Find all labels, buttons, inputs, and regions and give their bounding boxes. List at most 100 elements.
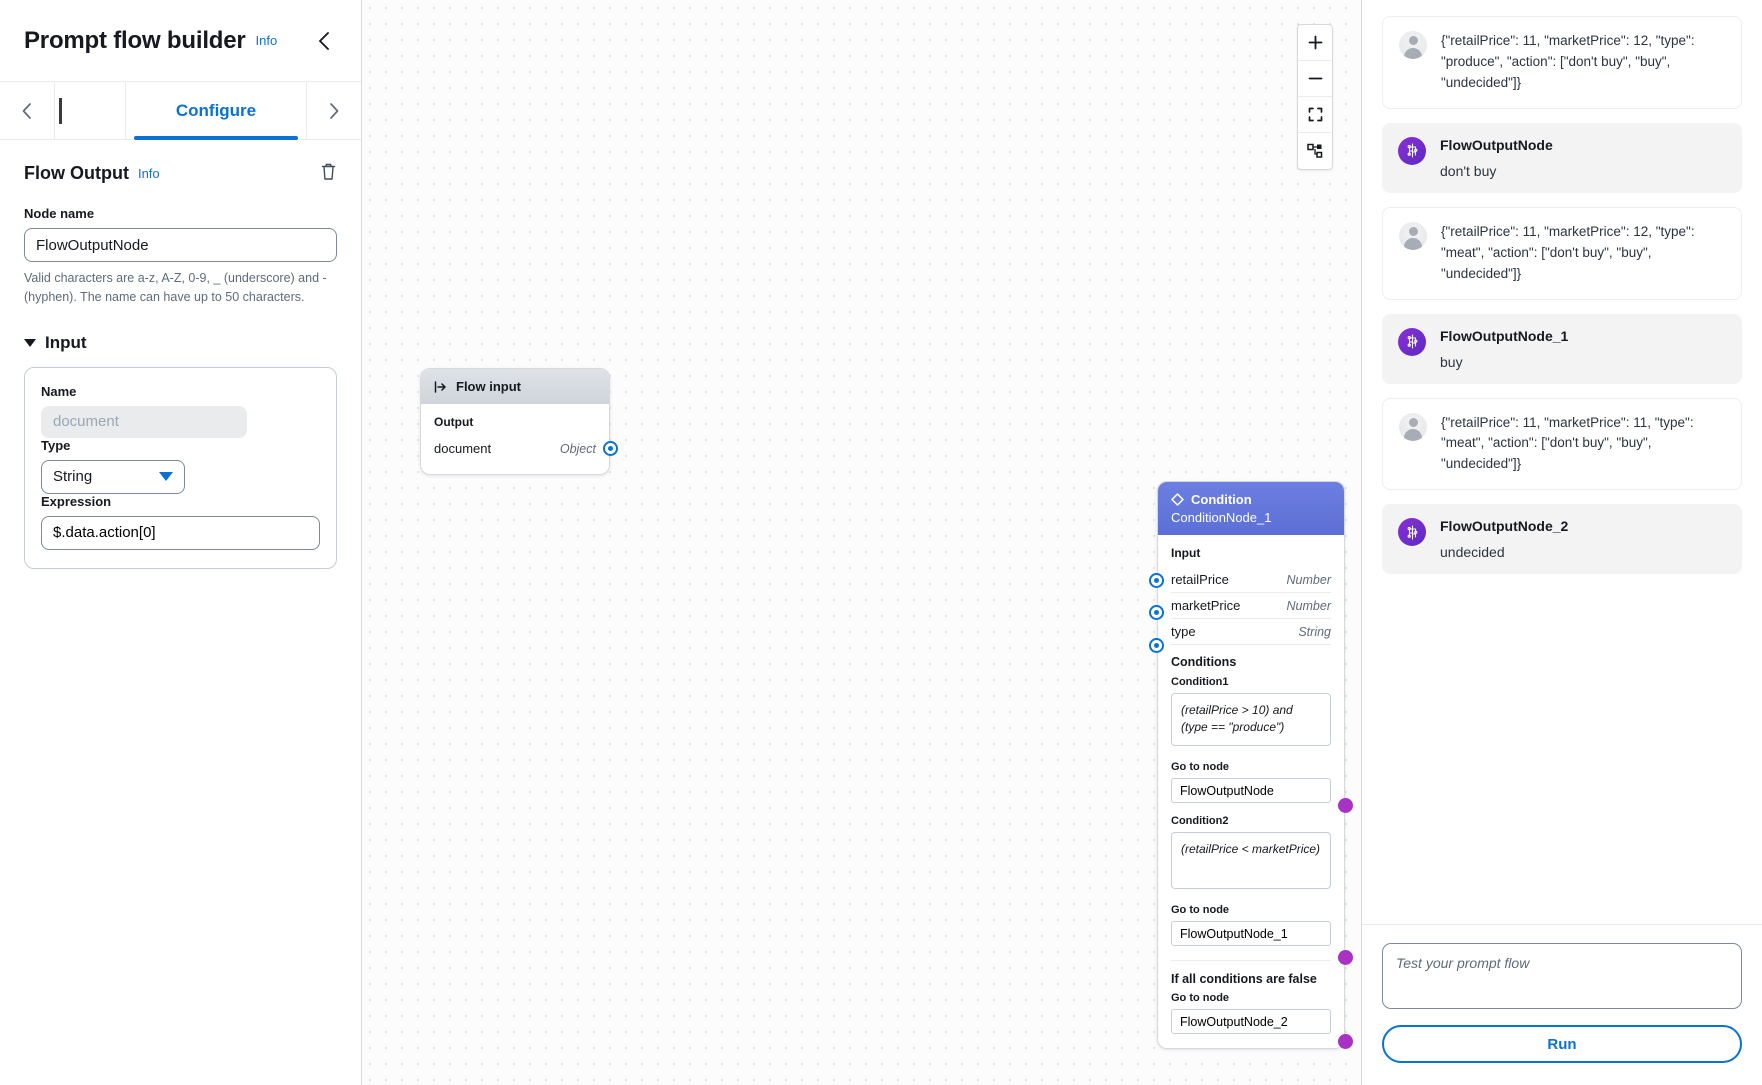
sidebar-tabbar: Configure — [0, 82, 361, 140]
flow-edges — [362, 0, 662, 150]
condition-input-1-name: marketPrice — [1171, 598, 1241, 613]
condition-node-inputs: Input retailPrice Number marketPrice Num… — [1158, 535, 1344, 647]
brain-circuit-icon — [1407, 334, 1417, 349]
input-group-toggle[interactable]: Input — [24, 333, 337, 353]
input-config-card: Name document Type String Expression — [24, 366, 337, 569]
message-bot-0-name: FlowOutputNode — [1440, 136, 1553, 153]
input-group-title: Input — [45, 332, 87, 352]
message-user-2: {"retailPrice": 11, "marketPrice": 11, "… — [1382, 397, 1742, 491]
tab-previous-partial[interactable] — [54, 82, 126, 139]
condition-node-title: Condition — [1191, 492, 1252, 507]
sidebar-body: Flow Output Info Node name Valid charact… — [0, 140, 361, 569]
condition-input-port-type[interactable] — [1149, 638, 1164, 653]
caret-down-icon — [24, 338, 36, 347]
input-name-label: Name — [41, 383, 77, 399]
configure-sidebar: Prompt flow builder Info Configure Flow … — [0, 0, 362, 1085]
flow-input-output-label: Output — [434, 415, 474, 429]
condition-node-conditions: Conditions Condition1 (retailPrice > 10)… — [1158, 655, 1344, 1048]
condition-node-name: ConditionNode_1 — [1171, 510, 1272, 525]
chevron-down-icon — [159, 472, 173, 481]
message-user-1-text: {"retailPrice": 11, "marketPrice": 12, "… — [1441, 223, 1695, 281]
condition-node-header: Condition ConditionNode_1 — [1158, 482, 1344, 535]
condition-input-2-type: String — [1298, 624, 1331, 639]
condition-0-output-port[interactable] — [1338, 798, 1353, 813]
flow-input-node[interactable]: Flow input Output document Object — [420, 368, 618, 475]
diamond-icon — [1171, 493, 1184, 506]
condition-input-0-name: retailPrice — [1171, 572, 1229, 587]
minus-icon — [1308, 77, 1322, 80]
condition-input-port-marketprice[interactable] — [1149, 605, 1164, 620]
flow-input-row: document Object — [434, 436, 596, 461]
flow-input-node-header: Flow input — [421, 369, 609, 404]
tab-scroll-left-button[interactable] — [0, 82, 54, 139]
chevron-left-icon — [319, 31, 329, 50]
input-type-select[interactable]: String — [41, 459, 185, 494]
bot-avatar-icon — [1398, 518, 1426, 547]
node-name-helper-text: Valid characters are a-z, A-Z, 0-9, _ (u… — [24, 271, 327, 304]
message-bot-1-text: buy — [1440, 353, 1463, 370]
page-title: Prompt flow builder — [24, 26, 246, 54]
expand-icon — [1308, 107, 1322, 122]
sidebar-header: Prompt flow builder Info — [0, 0, 361, 82]
zoom-out-button[interactable] — [1298, 61, 1332, 97]
message-user-0: {"retailPrice": 11, "marketPrice": 12, "… — [1382, 16, 1742, 109]
condition-input-label: Input — [1171, 546, 1201, 560]
tab-configure-label: Configure — [175, 100, 257, 120]
test-messages-list: {"retailPrice": 11, "marketPrice": 12, "… — [1362, 0, 1762, 924]
message-user-1: {"retailPrice": 11, "marketPrice": 12, "… — [1382, 206, 1742, 300]
condition-input-row-1: marketPrice Number — [1171, 593, 1331, 619]
header-info-link[interactable]: Info — [256, 33, 278, 48]
section-info-link[interactable]: Info — [138, 166, 160, 181]
message-bot-1: FlowOutputNode_1 buy — [1382, 313, 1742, 384]
condition-input-row-2: type String — [1171, 619, 1331, 645]
message-user-0-text: {"retailPrice": 11, "marketPrice": 12, "… — [1441, 33, 1695, 90]
brain-circuit-icon — [1407, 525, 1417, 540]
fallback-goto-label: Go to node — [1171, 992, 1230, 1004]
message-bot-2-name: FlowOutputNode_2 — [1440, 518, 1569, 535]
canvas-controls — [1297, 24, 1333, 170]
trash-icon — [321, 163, 336, 180]
auto-layout-button[interactable] — [1298, 133, 1332, 169]
run-button[interactable]: Run — [1382, 1025, 1742, 1063]
tab-configure[interactable]: Configure — [126, 82, 307, 140]
flow-input-icon — [434, 380, 446, 393]
condition-input-port-retailprice[interactable] — [1149, 573, 1164, 588]
input-type-value: String — [53, 468, 93, 485]
collapse-panel-button[interactable] — [311, 28, 337, 54]
input-expression-field[interactable] — [41, 515, 320, 550]
flow-input-row-name: document — [434, 441, 492, 456]
node-name-label: Node name — [24, 206, 95, 221]
condition-1-expression-textarea[interactable]: (retailPrice < marketPrice) — [1171, 832, 1331, 889]
condition-fallback-output-port[interactable] — [1338, 1034, 1353, 1049]
zoom-in-button[interactable] — [1298, 25, 1332, 61]
fit-to-screen-button[interactable] — [1298, 97, 1332, 133]
message-bot-2: FlowOutputNode_2 undecided — [1382, 504, 1742, 575]
conditions-label: Conditions — [1171, 655, 1237, 669]
condition-0-label: Condition1 — [1171, 676, 1229, 688]
condition-1-goto-label: Go to node — [1171, 904, 1230, 916]
condition-input-1-type: Number — [1286, 598, 1331, 613]
condition-1-output-port[interactable] — [1338, 950, 1353, 965]
condition-1-goto-input[interactable] — [1171, 921, 1331, 946]
test-prompt-input[interactable] — [1382, 943, 1742, 1009]
flow-output-section-header: Flow Output Info — [24, 162, 337, 184]
message-bot-0-text: don't buy — [1440, 162, 1497, 179]
flow-canvas[interactable]: Flow input Output document Object Condit… — [362, 0, 1362, 1085]
flow-input-node-body: Output document Object — [421, 404, 609, 474]
condition-divider — [1171, 960, 1331, 961]
bot-avatar-icon — [1398, 327, 1426, 356]
flow-input-output-port[interactable] — [603, 441, 618, 456]
input-name-field: document — [41, 405, 248, 438]
node-name-input[interactable] — [24, 228, 337, 262]
condition-0-goto-input[interactable] — [1171, 778, 1331, 803]
delete-node-button[interactable] — [320, 162, 337, 184]
condition-node[interactable]: Condition ConditionNode_1 Input retailPr… — [1149, 481, 1353, 1049]
tab-scroll-right-button[interactable] — [307, 82, 361, 139]
user-avatar-icon — [1399, 221, 1427, 250]
message-bot-0: FlowOutputNode don't buy — [1382, 122, 1742, 193]
message-user-2-text: {"retailPrice": 11, "marketPrice": 11, "… — [1441, 414, 1694, 472]
condition-0-expression-textarea[interactable]: (retailPrice > 10) and (type == "produce… — [1171, 693, 1331, 746]
section-title: Flow Output — [24, 162, 129, 183]
fallback-goto-input[interactable] — [1171, 1009, 1331, 1034]
condition-1-label: Condition2 — [1171, 815, 1229, 827]
